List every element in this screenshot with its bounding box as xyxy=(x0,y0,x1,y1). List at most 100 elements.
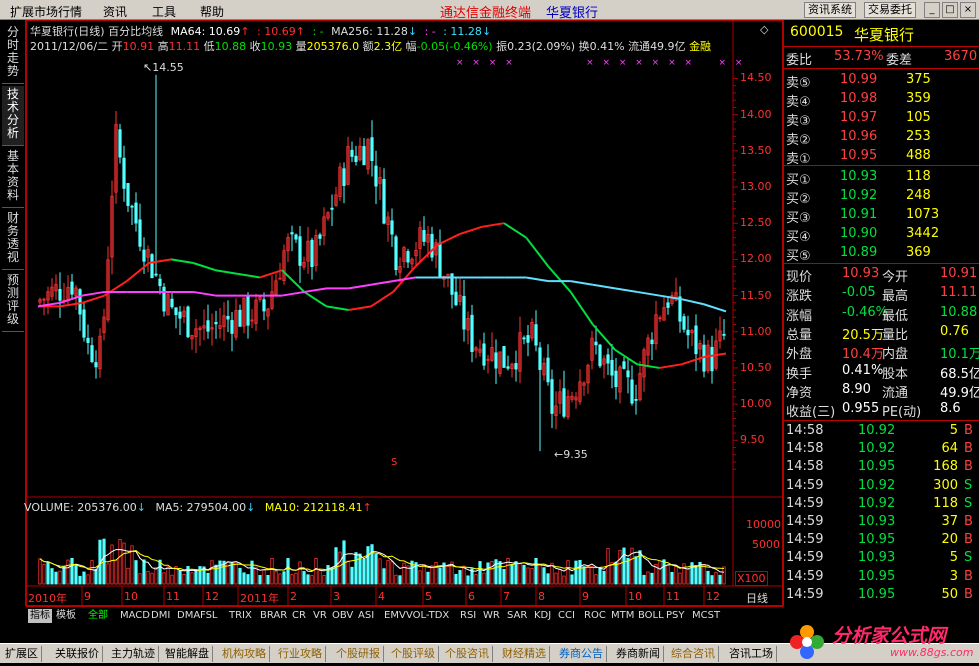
tab-financial[interactable]: 财务透视 xyxy=(2,210,24,270)
price-tick-label: 12.00 xyxy=(740,252,772,266)
bottom-tab[interactable]: 关联报价 xyxy=(52,646,103,662)
indicator-tab-asi[interactable]: ASI xyxy=(358,609,374,623)
menu-tools[interactable]: 工具 xyxy=(152,3,176,20)
menu-extended-market[interactable]: 扩展市场行情 xyxy=(10,3,82,20)
stat-label: 收益(三) xyxy=(786,405,836,421)
bottom-tab[interactable]: 个股评级 xyxy=(388,646,439,662)
volume-bar xyxy=(290,574,294,585)
tab-basic-info[interactable]: 基本资料 xyxy=(2,148,24,208)
volume-bar xyxy=(558,568,562,585)
indicator-tab-wr[interactable]: WR xyxy=(483,609,500,623)
bottom-tab[interactable]: 咨讯工场 xyxy=(726,646,777,662)
time-axis-label: 11 xyxy=(666,590,680,603)
chart-toggle-icon[interactable]: ◇ xyxy=(760,23,768,36)
indicator-tab-emv[interactable]: EMV xyxy=(384,609,406,623)
weibi-value: 53.73% xyxy=(834,49,884,64)
close-icon[interactable]: × xyxy=(960,2,976,18)
stat-label: 涨幅 xyxy=(786,308,813,324)
indicator-tab-cci[interactable]: CCI xyxy=(558,609,575,623)
time-axis-label: 8 xyxy=(538,590,545,603)
tick-price: 10.95 xyxy=(858,459,896,475)
indicator-tab-fsl[interactable]: FSL xyxy=(200,609,218,623)
candle-body xyxy=(78,289,82,315)
volume-bar xyxy=(318,570,322,585)
candle-body xyxy=(94,362,98,368)
tab-technical-analysis[interactable]: 技术分析 xyxy=(2,86,24,146)
indicator-tab-dma[interactable]: DMA xyxy=(177,609,200,623)
candle-body xyxy=(678,296,682,322)
bottom-tab[interactable]: 机构攻略 xyxy=(219,646,270,662)
bottom-tab[interactable]: 券商新闻 xyxy=(613,646,664,662)
bottom-tab[interactable]: 个股研报 xyxy=(333,646,384,662)
candle-body xyxy=(138,219,142,247)
volume-bar xyxy=(378,558,382,585)
stat-row: 净资 8.90 流通 49.9亿 xyxy=(784,382,979,401)
bottom-tab[interactable]: 券商公告 xyxy=(556,646,607,662)
bottom-tab[interactable]: 扩展区 xyxy=(2,646,42,662)
indicator-tab-boll[interactable]: BOLL xyxy=(638,609,664,623)
indicator-tab-kdj[interactable]: KDJ xyxy=(534,609,551,623)
indicator-tab-macd[interactable]: MACD xyxy=(120,609,150,623)
candle-body xyxy=(374,165,378,187)
indicator-tab-全部[interactable]: 全部 xyxy=(88,609,108,623)
ma256-line xyxy=(637,290,660,297)
divider xyxy=(784,46,979,47)
bottom-tab[interactable]: 综合咨讯 xyxy=(668,646,719,662)
trade-order-button[interactable]: 交易委托 xyxy=(864,2,916,18)
candle-body xyxy=(482,343,486,366)
menu-news[interactable]: 资讯 xyxy=(103,3,127,20)
indicator-tab-obv[interactable]: OBV xyxy=(332,609,353,623)
bottom-tab[interactable]: 主力轨迹 xyxy=(108,646,159,662)
indicator-tab-模板[interactable]: 模板 xyxy=(56,609,76,623)
bottom-tab[interactable]: 财经精选 xyxy=(499,646,550,662)
candle-body xyxy=(562,388,566,417)
indicator-tab-mtm[interactable]: MTM xyxy=(611,609,634,623)
indicator-tab-cr[interactable]: CR xyxy=(292,609,306,623)
tick-price: 10.95 xyxy=(858,586,896,602)
indicator-tab-rsi[interactable]: RSI xyxy=(460,609,476,623)
tab-forecast[interactable]: 预测评级 xyxy=(2,272,24,332)
indicator-tab-roc[interactable]: ROC xyxy=(584,609,606,623)
volume-bar xyxy=(194,569,198,585)
volume-bar xyxy=(438,567,442,585)
indicator-tabs: 指标 模板 全部 MACD DMI DMA FSL TRIX BRAR CR VR OBV ASI EMV… xyxy=(26,606,783,624)
ma64-line xyxy=(193,262,216,272)
kline-chart-area[interactable]: 华夏银行(日线) 百分比均线 MA64: 10.69↑ : 10.69↑ : -… xyxy=(24,20,783,606)
candle-body xyxy=(142,249,146,262)
menu-help[interactable]: 帮助 xyxy=(200,3,224,20)
stat-row: 总量 20.5万 量比 0.76 xyxy=(784,324,979,343)
tick-price: 10.93 xyxy=(858,550,896,566)
indicator-tab-vol-tdx[interactable]: VOL-TDX xyxy=(406,609,449,623)
volume-bar xyxy=(190,572,194,585)
candle-body xyxy=(290,232,294,235)
time-axis-label: 12 xyxy=(205,590,219,603)
indicator-tab-sar[interactable]: SAR xyxy=(507,609,527,623)
indicator-tab-vr[interactable]: VR xyxy=(313,609,327,623)
indicator-tab-指标[interactable]: 指标 xyxy=(28,609,52,623)
indicator-tab-psy[interactable]: PSY xyxy=(666,609,685,623)
ma256-line xyxy=(570,280,593,286)
bottom-tab[interactable]: 行业攻略 xyxy=(275,646,326,662)
bottom-tab[interactable]: 个股咨讯 xyxy=(442,646,493,662)
volume-bar xyxy=(42,563,46,585)
candle-body xyxy=(330,207,334,210)
indicator-tab-trix[interactable]: TRIX xyxy=(229,609,252,623)
candle-body xyxy=(162,286,166,312)
minimize-icon[interactable]: _ xyxy=(924,2,940,18)
candle-body xyxy=(214,321,218,325)
maximize-icon[interactable]: □ xyxy=(942,2,958,18)
news-system-button[interactable]: 资讯系统 xyxy=(804,2,856,18)
bottom-tab[interactable]: 智能解盘 xyxy=(162,646,213,662)
volume-bar xyxy=(666,565,670,585)
volume-bar xyxy=(182,573,186,585)
tick-side: B xyxy=(964,514,973,529)
signal-markers-row: × × × × × × × × × × × × × xyxy=(456,58,746,68)
tab-intraday[interactable]: 分时走势 xyxy=(2,24,24,84)
period-label[interactable]: 日线 xyxy=(746,590,768,606)
indicator-tab-brar[interactable]: BRAR xyxy=(260,609,287,623)
tick-volume: 168 xyxy=(933,459,958,475)
indicator-tab-dmi[interactable]: DMI xyxy=(151,609,170,623)
indicator-tab-mcst[interactable]: MCST xyxy=(692,609,720,623)
tick-row: 14:59 10.92 118 S xyxy=(784,496,979,514)
price-tick-label: 11.50 xyxy=(740,288,772,302)
